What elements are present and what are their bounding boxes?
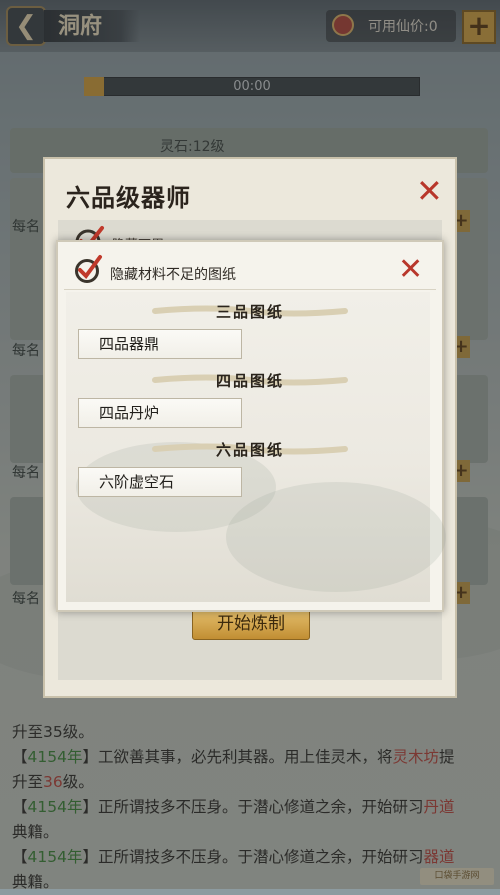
filter-dialog-title: 隐藏材料不足的图纸 — [110, 267, 236, 283]
section-title: 四品图纸 — [215, 372, 284, 390]
close-icon[interactable]: ✕ — [398, 252, 423, 287]
checkmark-icon[interactable] — [72, 252, 106, 290]
section-title: 六品图纸 — [215, 441, 284, 459]
close-icon[interactable]: ✕ — [416, 172, 443, 210]
start-crafting-button[interactable]: 开始炼制 — [192, 608, 310, 640]
craftsman-dialog-title: 六品级器师 — [66, 183, 191, 212]
blueprint-item[interactable]: 四品器鼎 — [78, 329, 242, 359]
blueprint-item[interactable]: 六阶虚空石 — [78, 467, 242, 497]
section-title: 三品图纸 — [215, 303, 284, 321]
blueprint-item[interactable]: 四品丹炉 — [78, 398, 242, 428]
divider — [64, 289, 436, 290]
